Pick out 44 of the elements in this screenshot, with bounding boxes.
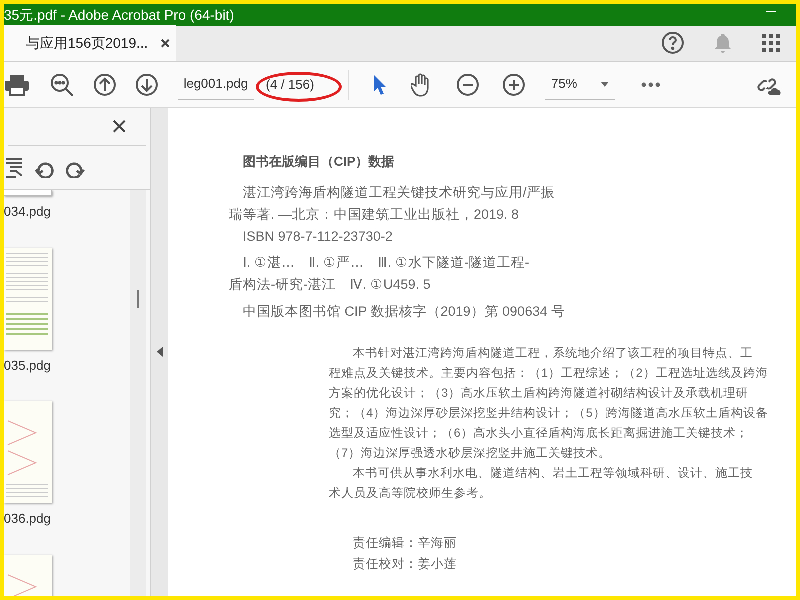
page-count: (4 / 156) [266, 76, 314, 94]
credit-line: 责任校对：姜小莲 [353, 556, 458, 572]
page-heading: 图书在版编目（CIP）数据 [243, 153, 396, 171]
text-line: 方案的优化设计；（3）高水压软土盾构跨海隧道衬砌结构设计及承载机理研 [329, 384, 750, 402]
text-line: （7）海边深厚强透水砂层深挖竖井施工关键技术。 [329, 444, 612, 462]
window-title: 35元.pdf - Adobe Acrobat Pro (64-bit) [4, 6, 234, 25]
text-line: 本书可供从事水利水电、隧道结构、岩土工程等领域科研、设计、施工技 [352, 464, 754, 482]
text-line: 程难点及关键技术。主要内容包括：（1）工程综述；（2）工程选址选线及跨海 [329, 364, 770, 382]
minimize-button[interactable] [766, 10, 776, 12]
collapse-panel-icon[interactable] [156, 347, 162, 357]
text-line: 湛江湾跨海盾构隧道工程关键技术研究与应用/严振 [243, 184, 556, 202]
text-line: 瑞等著. —北京：中国建筑工业出版社，2019. 8 [229, 206, 520, 224]
thumbnail-label: 035.pdg [4, 356, 52, 375]
pointer-icon[interactable] [373, 74, 388, 96]
zoom-out-icon[interactable] [457, 74, 480, 96]
help-icon[interactable] [662, 32, 684, 54]
thumbnail-label: 036.pdg [4, 510, 52, 528]
document-tab[interactable]: 与应用156页2019... [4, 25, 176, 61]
arrow-up-icon[interactable] [94, 74, 116, 96]
page-layout-icon[interactable] [4, 158, 22, 178]
text-line: 选型及适应性设计；（6）高水头小直径盾构海底长距离掘进施工关键技术； [329, 424, 750, 442]
text-line: 本书针对湛江湾跨海盾构隧道工程，系统地介绍了该工程的项目特点、工 [352, 344, 754, 362]
zoom-in-icon[interactable] [503, 74, 526, 96]
zoom-value: 75% [551, 75, 578, 94]
text-line: 究；（4）海边深厚砂层深挖竖井结构设计；（5）跨海隧道高水压软土盾构设备 [329, 404, 770, 422]
file-name-field[interactable]: leg001.pdg [178, 70, 254, 100]
text-line: 中国版本图书馆 CIP 数据核字（2019）第 090634 号 [243, 302, 566, 320]
apps-grid-icon[interactable] [762, 34, 780, 52]
text-line: ISBN 978-7-112-23730-2 [243, 228, 394, 246]
text-line: 盾构法-研究-湛江 Ⅳ. ①U459. 5 [229, 276, 432, 294]
tab-label: 与应用156页2019... [26, 34, 148, 52]
credit-line: 责任编辑：辛海丽 [353, 534, 458, 552]
text-line: Ⅰ. ①湛… Ⅱ. ①严… Ⅲ. ①水下隧道-隧道工程- [243, 254, 530, 272]
more-icon[interactable] [641, 82, 662, 88]
scrollbar[interactable] [130, 190, 146, 596]
zoom-field[interactable]: 75% [545, 70, 616, 100]
close-tab-button[interactable] [161, 38, 170, 48]
arrow-down-icon[interactable] [136, 74, 158, 96]
text-line: 术人员及高等院校师生参考。 [329, 484, 492, 502]
close-icon[interactable] [113, 120, 126, 133]
print-icon[interactable] [4, 74, 30, 96]
caret-icon[interactable] [601, 82, 610, 86]
thumbnail-label: 034.pdg [4, 203, 52, 221]
magnifier-icon[interactable] [50, 72, 74, 96]
